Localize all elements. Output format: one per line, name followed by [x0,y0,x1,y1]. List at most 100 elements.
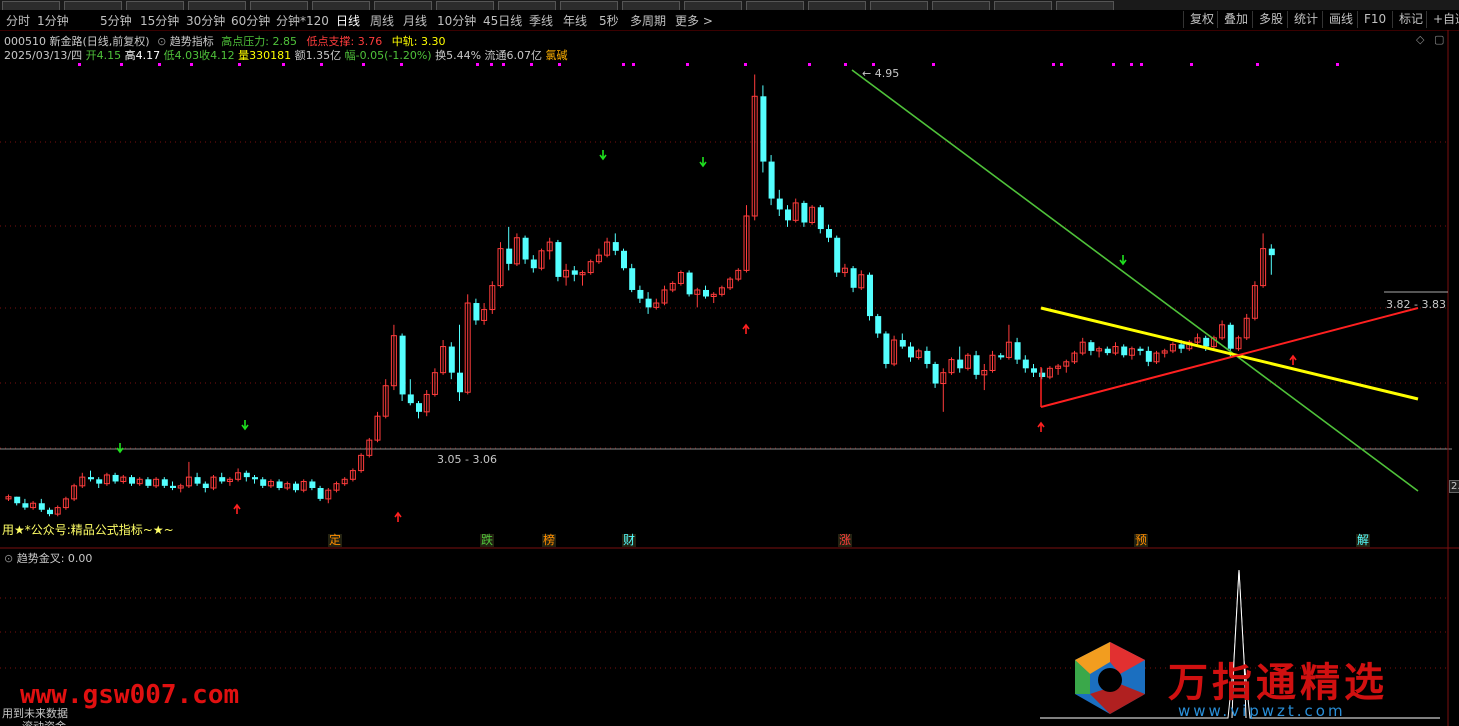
signal-dot [282,63,285,66]
candle-body [998,355,1005,358]
candle-body [14,496,21,504]
candle-body [522,237,529,260]
event-marker[interactable]: 财 [622,534,636,547]
signal-dot [558,63,561,66]
candle-body [875,316,882,334]
candle-body [219,477,226,482]
signal-dot [1336,63,1339,66]
signal-dot [320,63,323,66]
signal-dot [744,63,747,66]
sell-arrow-icon [599,150,607,161]
high-label: 高 [124,49,136,62]
bar-date: 2025/03/13/四 [4,49,83,62]
candle-body [850,268,857,288]
candle-body [202,483,209,489]
candle-body [629,268,636,290]
candle-body [47,509,53,515]
left-level-label: 3.05 - 3.06 [437,453,497,466]
peak-price-label: ← 4.95 [862,67,899,80]
signal-dot [490,63,493,66]
candle-body [506,248,513,264]
signal-dot [476,63,479,66]
signal-dot [632,63,635,66]
candle-body [1227,324,1234,349]
signal-dot [1060,63,1063,66]
candle-body [1145,350,1152,362]
right-axis-price-tag: 2. [1449,480,1459,493]
buy-arrow-icon [233,503,241,514]
formula-banner: 用★*公众号:精品公式指标~★~ [2,523,174,537]
sub-indicator-name[interactable]: 趋势金叉 [17,552,61,565]
open-value: 4.15 [96,49,122,62]
panel-controls: ◇ ▢ [1416,33,1444,46]
restore-icon[interactable]: ▢ [1434,33,1444,46]
candle-body [867,274,873,317]
signal-dot [872,63,875,66]
signal-dot [362,63,365,66]
candle-body [645,298,652,308]
candle-body [637,289,644,299]
candle-body [826,229,832,238]
close-label: 收 [199,49,211,62]
event-marker[interactable]: 预 [1134,534,1148,547]
candle-body [1137,348,1144,351]
candle-body [908,346,914,358]
ohlc-info-line: 2025/03/13/四 开4.15 高4.17 低4.03收4.12 量330… [4,47,568,63]
change-label: 幅 [344,49,356,62]
candle-body [571,270,578,275]
float-value: 6.07亿 [506,49,543,62]
signal-dot [1052,63,1055,66]
brand-watermark: 万指通精选 www.vipwzt.com [1060,632,1459,726]
candle-body [924,350,931,364]
event-marker[interactable]: 定 [328,534,342,547]
candle-body [416,403,422,412]
concept-tag[interactable]: 氯碱 [546,49,568,62]
amount-label: 额 [294,49,306,62]
event-marker[interactable]: 涨 [838,534,852,547]
sell-arrow-icon [1119,255,1127,266]
amount-value: 1.35亿 [305,49,342,62]
low-label: 低 [163,49,175,62]
signal-dot [1112,63,1115,66]
peak-price-value: 4.95 [874,67,900,80]
green-trend-line [851,69,1419,492]
candle-body [768,161,775,199]
candle-body [1268,248,1275,256]
candle-body [1022,359,1029,369]
brand-name: 万指通精选 [1168,660,1388,706]
volume-label: 量 [238,49,250,62]
buy-arrow-icon [742,323,750,334]
candle-body [145,479,152,486]
candle-body [293,483,299,491]
candle-body [1039,372,1046,378]
candle-body [112,474,119,482]
candle-body [170,485,176,489]
event-marker[interactable]: 跌 [480,534,494,547]
turnover-label: 换 [435,49,447,62]
candle-body [22,503,29,508]
candle-body [1088,342,1095,351]
candle-body [1031,368,1037,373]
kline-chart[interactable] [0,0,1459,726]
candle-body [555,242,562,277]
sub-indicator-toggle-icon[interactable]: ⊙ [4,552,13,565]
diamond-icon[interactable]: ◇ [1416,33,1424,46]
candle-body [785,209,791,221]
candle-body [621,250,627,269]
close-value: 4.12 [210,49,235,62]
signal-dot [502,63,505,66]
event-marker[interactable]: 榜 [542,534,556,547]
candle-body [1104,348,1111,354]
candle-body [252,477,258,480]
brand-logo-icon [1075,642,1145,714]
candle-body [448,346,455,373]
buy-arrow-icon [1289,354,1297,365]
event-marker[interactable]: 解 [1356,534,1370,547]
turnover-value: 5.44% [446,49,482,62]
candle-body [612,242,619,251]
candle-body [243,472,250,478]
signal-dot [1190,63,1193,66]
candle-body [899,340,906,347]
candle-body [1203,337,1210,347]
float-label: 流通 [484,49,507,62]
